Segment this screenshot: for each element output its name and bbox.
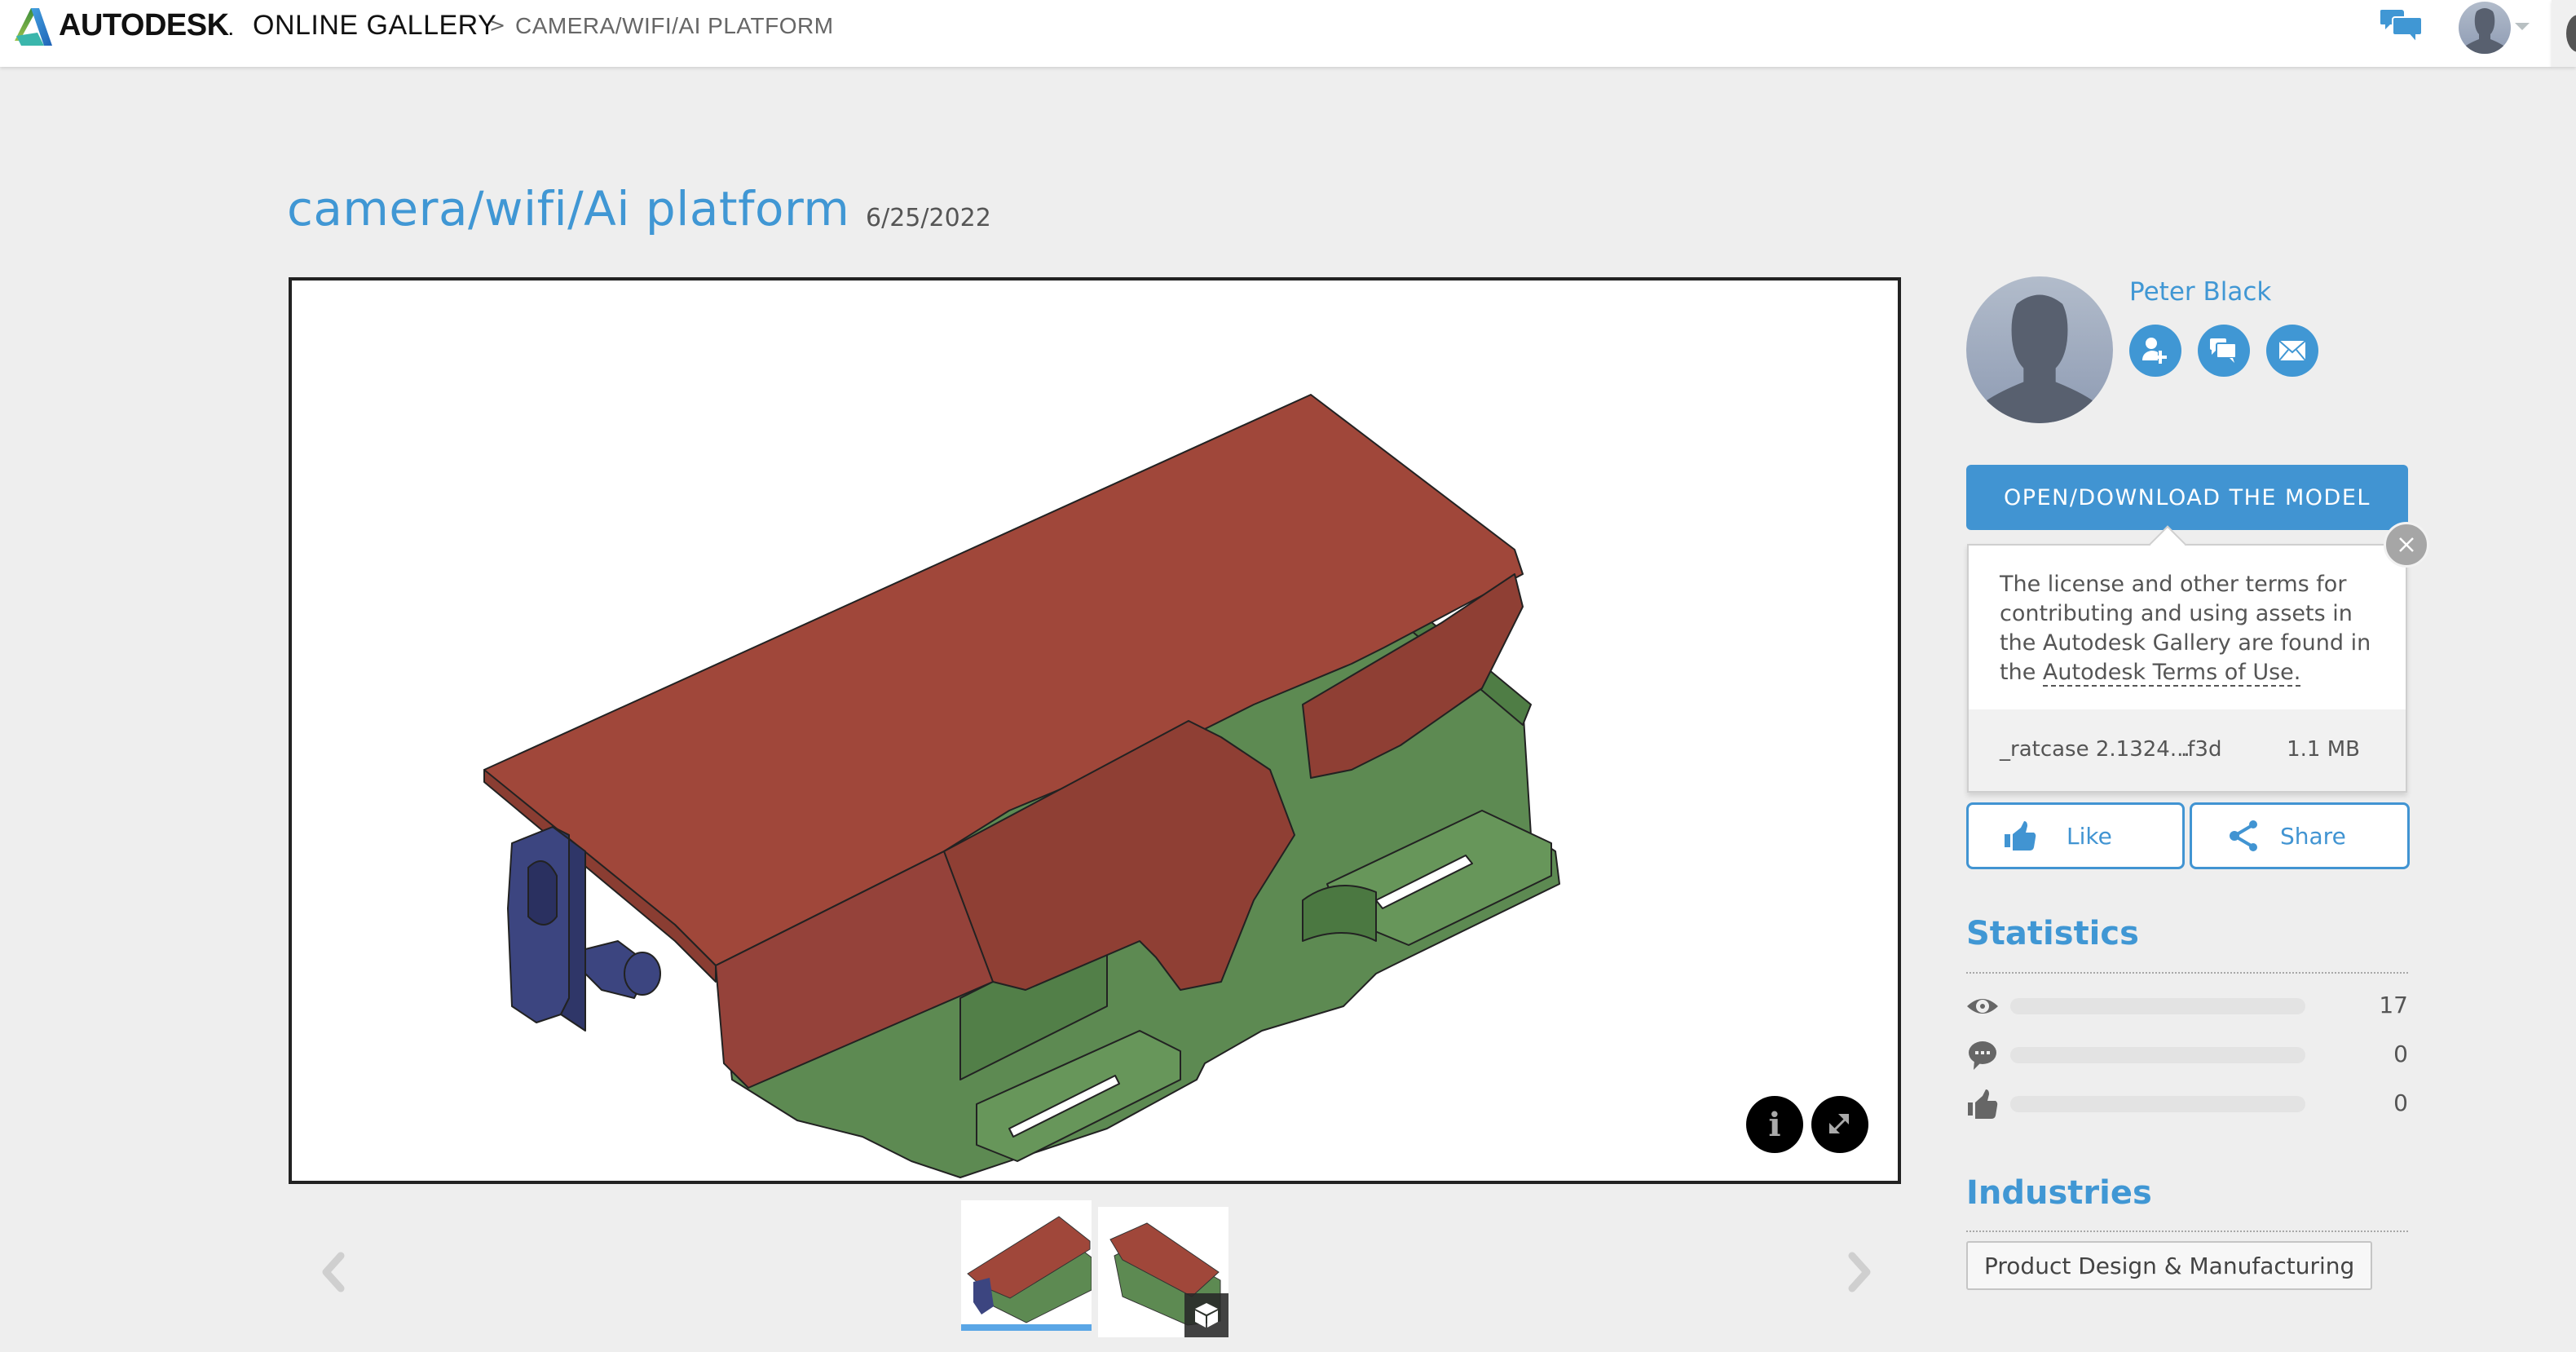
industries-divider <box>1966 1230 2408 1232</box>
autodesk-logo-icon[interactable] <box>13 8 54 46</box>
file-name: _ratcase 2.1324... <box>2000 737 2190 762</box>
eye-icon <box>1967 999 1998 1014</box>
views-bar <box>2010 998 2305 1014</box>
author-avatar[interactable] <box>1966 276 2113 423</box>
model-info-button[interactable]: i <box>1746 1096 1803 1153</box>
project-title: camera/wifi/Ai platform <box>287 181 850 236</box>
follow-user-icon <box>2142 338 2167 364</box>
popover-arrow <box>2149 525 2186 563</box>
file-row[interactable]: _ratcase 2.1324... .f3d 1.1 MB <box>1969 709 2406 791</box>
like-button[interactable]: Like <box>1966 802 2185 869</box>
message-author-button[interactable] <box>2198 325 2250 377</box>
brand-dot: . <box>228 21 234 39</box>
thumbs-up-icon <box>1968 1089 1998 1119</box>
thumbs-up-icon <box>2005 821 2036 851</box>
breadcrumb-current: CAMERA/WIFI/AI PLATFORM <box>515 13 834 38</box>
user-silhouette-icon <box>2459 2 2511 54</box>
share-button[interactable]: Share <box>2190 802 2410 869</box>
user-avatar[interactable] <box>2459 2 2511 54</box>
info-icon: i <box>1768 1105 1781 1144</box>
top-navigation-bar: AUTODESK. ONLINE GALLERY > CAMERA/WIFI/A… <box>0 0 2552 67</box>
message-icon <box>2210 338 2237 363</box>
industry-tag[interactable]: Product Design & Manufacturing <box>1966 1241 2373 1290</box>
expand-arrows-icon <box>1829 1114 1850 1134</box>
comments-count: 0 <box>2393 1041 2408 1067</box>
close-popover-button[interactable] <box>2384 522 2429 568</box>
selected-indicator <box>961 1324 1092 1331</box>
user-menu-caret-icon[interactable] <box>2515 23 2530 30</box>
fullscreen-button[interactable] <box>1811 1096 1868 1153</box>
3d-cube-icon <box>1195 1303 1218 1328</box>
email-author-button[interactable] <box>2266 325 2318 377</box>
email-icon <box>2278 340 2306 361</box>
follow-user-button[interactable] <box>2129 325 2181 377</box>
stat-likes: 0 <box>1966 1088 2408 1120</box>
close-icon <box>2399 537 2414 552</box>
brand-name[interactable]: AUTODESK. <box>59 8 233 43</box>
likes-count: 0 <box>2393 1089 2408 1116</box>
license-terms-text: The license and other terms for contribu… <box>2000 570 2383 687</box>
terms-of-use-link[interactable]: Autodesk Terms of Use. <box>2042 660 2301 687</box>
comments-bar <box>2010 1047 2305 1063</box>
thumbnail-1-image <box>967 1216 1092 1323</box>
project-date: 6/25/2022 <box>866 204 991 232</box>
share-label: Share <box>2280 823 2346 850</box>
file-extension: .f3d <box>2181 737 2222 762</box>
like-label: Like <box>2067 823 2112 850</box>
product-name-link[interactable]: ONLINE GALLERY <box>253 10 496 42</box>
chevron-right-icon[interactable] <box>1834 1248 1883 1297</box>
license-popover: The license and other terms for contribu… <box>1967 525 2407 793</box>
3d-view-badge <box>1184 1293 1228 1337</box>
chevron-left-icon[interactable] <box>310 1248 359 1297</box>
chat-bubbles-icon[interactable] <box>2380 8 2426 46</box>
author-name-link[interactable]: Peter Black <box>2129 277 2271 307</box>
model-viewer[interactable]: i <box>289 277 1901 1184</box>
thumbnail-2[interactable] <box>1098 1207 1228 1337</box>
side-panel-edge <box>2552 0 2576 67</box>
views-count: 17 <box>2379 992 2408 1018</box>
brand-text: AUTODESK <box>59 8 229 42</box>
author-silhouette-icon <box>1966 276 2113 423</box>
statistics-divider <box>1966 972 2408 974</box>
likes-bar <box>2010 1096 2305 1112</box>
share-icon <box>2230 820 2257 851</box>
model-render <box>483 394 1560 1178</box>
stat-comments: 0 <box>1966 1039 2408 1071</box>
industries-heading: Industries <box>1966 1174 2152 1212</box>
thumbnail-1[interactable] <box>961 1200 1092 1331</box>
statistics-heading: Statistics <box>1966 915 2139 952</box>
open-download-model-button[interactable]: OPEN/DOWNLOAD THE MODEL <box>1966 465 2408 530</box>
file-size: 1.1 MB <box>2287 737 2360 762</box>
stat-views: 17 <box>1966 990 2408 1023</box>
edge-panel-icon[interactable] <box>2566 15 2576 52</box>
comment-icon <box>1969 1041 1996 1070</box>
breadcrumb-separator: > <box>489 14 506 37</box>
